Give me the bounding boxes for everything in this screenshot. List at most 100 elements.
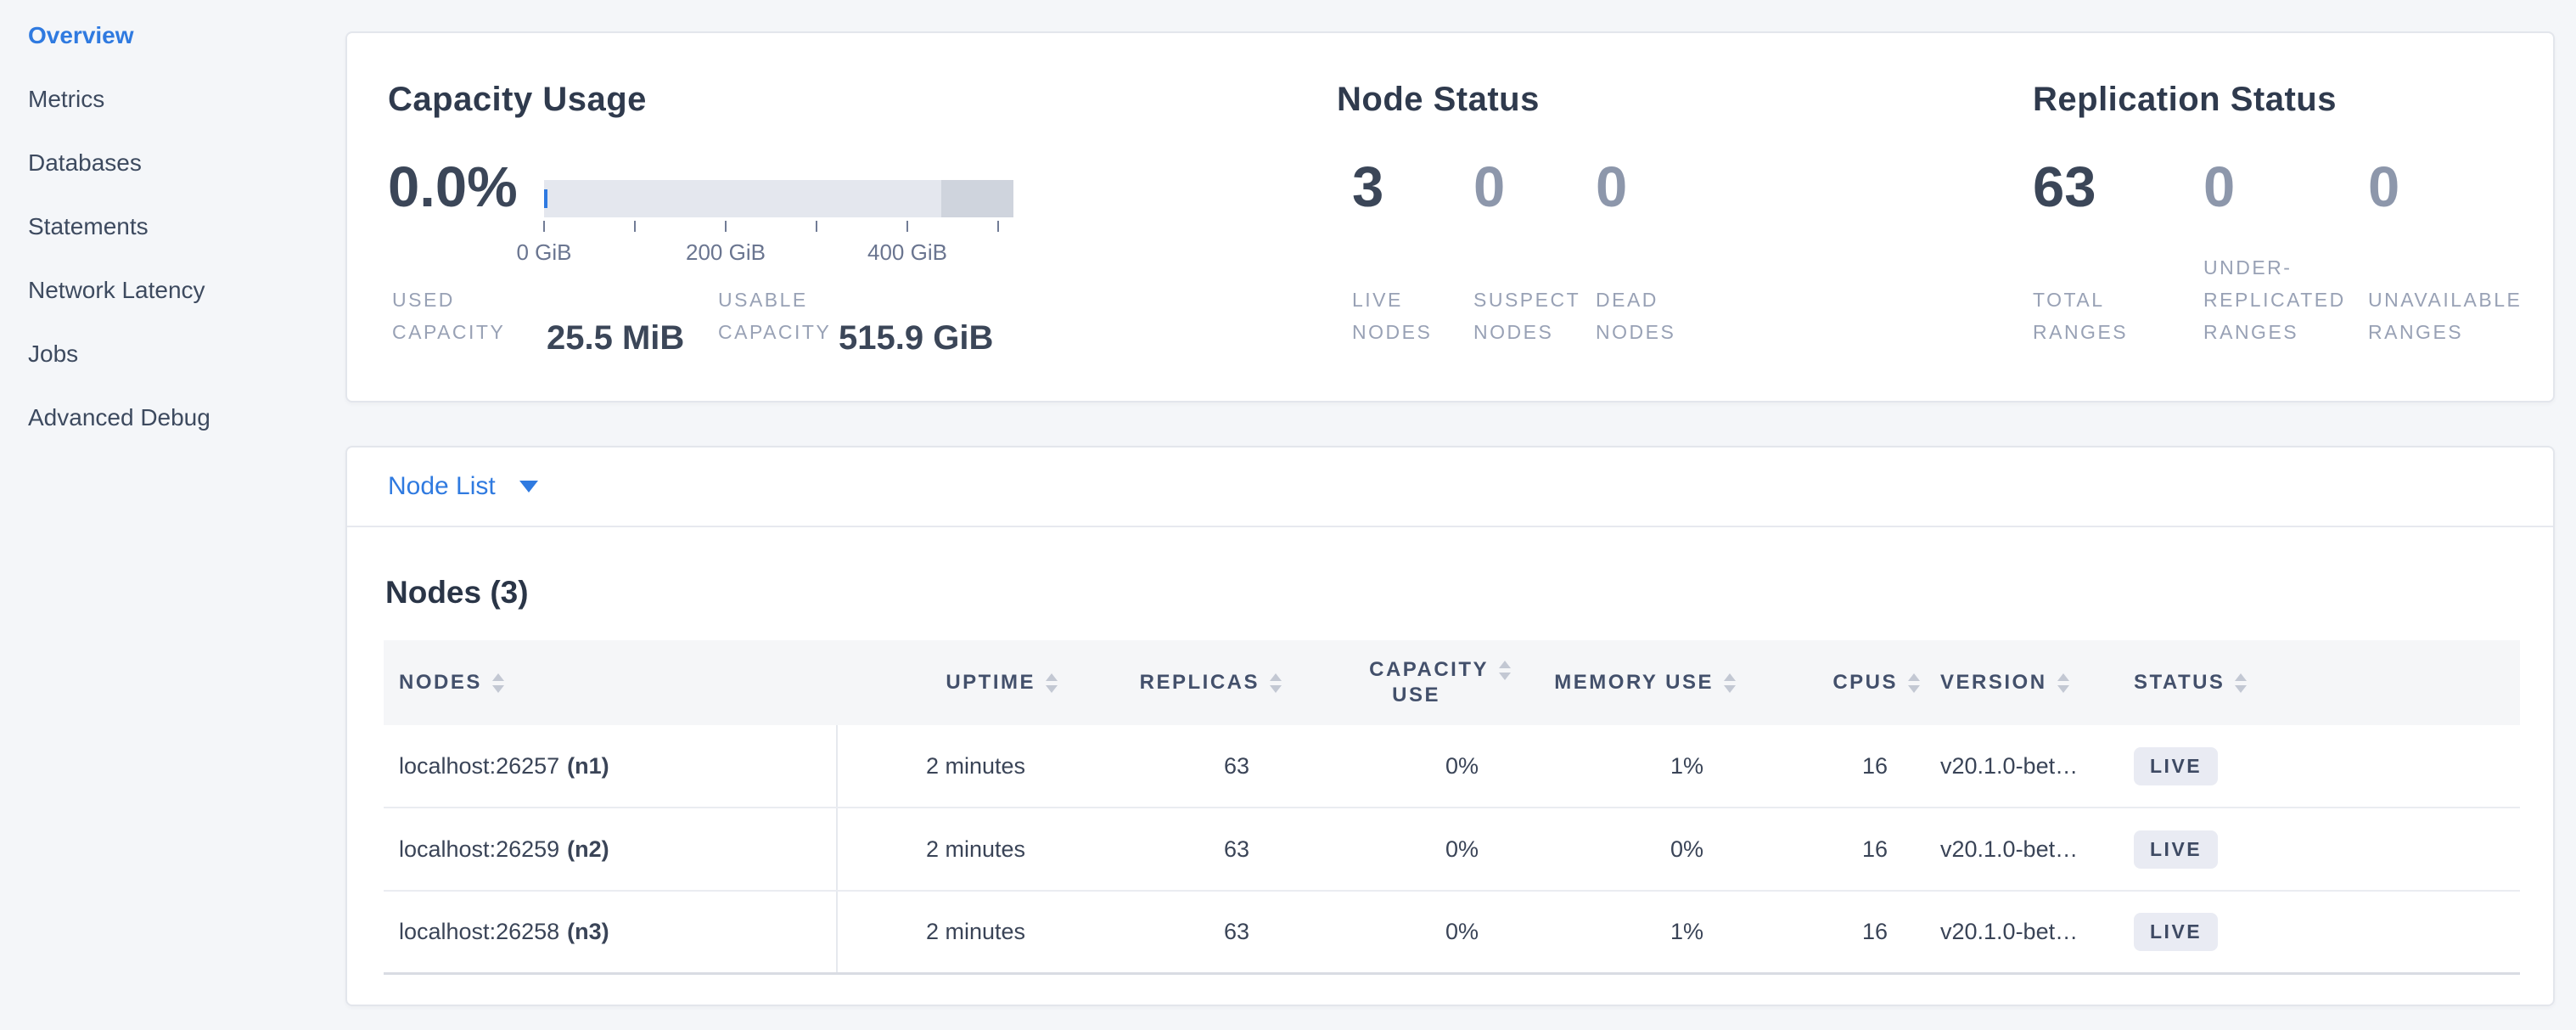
status-badge: LIVE <box>2134 747 2218 785</box>
node-id: (n2) <box>567 836 609 863</box>
chevron-down-icon <box>519 481 538 492</box>
cluster-summary-card: Capacity Usage 0.0% 0 GiB 200 GiB 400 Gi… <box>345 31 2555 402</box>
sort-icon[interactable] <box>492 673 504 693</box>
axis-tick <box>906 221 908 232</box>
node-id: (n1) <box>567 753 609 780</box>
version-cell: v20.1.0-bet… <box>1888 808 2091 890</box>
column-header-use-label: USE <box>1392 683 1440 708</box>
nodes-section-heading: Nodes (3) <box>385 575 529 611</box>
table-row-n3[interactable]: localhost:26258 (n3) 2 minutes 63 0% 1% … <box>384 892 2520 975</box>
sort-icon[interactable] <box>2235 673 2247 693</box>
column-header-memory-label: MEMORY USE <box>1554 671 1714 695</box>
used-capacity-label: USED CAPACITY <box>392 284 536 348</box>
sidebar-item-advanced-debug[interactable]: Advanced Debug <box>0 404 345 431</box>
capacity-use-cell: 0% <box>1249 892 1479 972</box>
usable-capacity-value: 515.9 GiB <box>839 319 993 357</box>
column-header-capacity-label: CAPACITY <box>1369 657 1489 683</box>
node-id: (n3) <box>567 919 609 945</box>
node-address-cell: localhost:26258 (n3) <box>384 892 838 972</box>
replicas-cell: 63 <box>1025 725 1249 807</box>
axis-tick <box>816 221 817 232</box>
capacity-bar-chart <box>544 180 1013 217</box>
under-replicated-ranges-count: 0 <box>2203 158 2235 217</box>
axis-tick <box>725 221 727 232</box>
unavailable-ranges-label: UNAVAILABLE RANGES <box>2368 284 2551 348</box>
status-cell: LIVE <box>2091 725 2520 807</box>
column-header-replicas-label: REPLICAS <box>1140 671 1260 695</box>
sidebar-item-statements[interactable]: Statements <box>0 213 345 240</box>
uptime-cell: 2 minutes <box>838 808 1025 890</box>
column-header-uptime: UPTIME <box>838 671 1025 695</box>
cpus-cell: 16 <box>1703 725 1888 807</box>
memory-use-cell: 1% <box>1479 725 1703 807</box>
total-ranges-label: TOTAL RANGES <box>2033 284 2160 348</box>
capacity-usage-title: Capacity Usage <box>388 81 647 119</box>
capacity-use-cell: 0% <box>1249 725 1479 807</box>
axis-tick <box>543 221 545 232</box>
column-header-nodes-label: NODES <box>399 671 482 695</box>
column-header-cpus: CPUS <box>1703 671 1888 695</box>
axis-label-200gib: 200 GiB <box>658 239 794 266</box>
used-capacity-value: 25.5 MiB <box>547 319 684 357</box>
capacity-bar-nonusable-segment <box>941 180 1013 217</box>
axis-tick <box>634 221 636 232</box>
table-row-n1[interactable]: localhost:26257 (n1) 2 minutes 63 0% 1% … <box>384 725 2520 808</box>
live-nodes-label: LIVE NODES <box>1352 284 1471 348</box>
column-header-version: VERSION <box>1888 671 2091 695</box>
capacity-bar-used-segment <box>544 189 547 208</box>
unavailable-ranges-count: 0 <box>2368 158 2399 217</box>
memory-use-cell: 0% <box>1479 808 1703 890</box>
capacity-use-cell: 0% <box>1249 808 1479 890</box>
nodes-table: NODES UPTIME REPLICAS CAPACITY USE <box>384 640 2520 975</box>
under-replicated-ranges-label: UNDER-REPLICATED RANGES <box>2203 251 2369 348</box>
nodes-table-header: NODES UPTIME REPLICAS CAPACITY USE <box>384 640 2520 725</box>
column-header-replicas: REPLICAS <box>1025 671 1249 695</box>
node-address[interactable]: localhost:26259 <box>399 836 559 863</box>
replicas-cell: 63 <box>1025 892 1249 972</box>
memory-use-cell: 1% <box>1479 892 1703 972</box>
uptime-cell: 2 minutes <box>838 725 1025 807</box>
axis-label-0gib: 0 GiB <box>476 239 612 266</box>
status-badge: LIVE <box>2134 830 2218 869</box>
column-header-uptime-label: UPTIME <box>946 671 1035 695</box>
nodes-card: Node List Nodes (3) NODES UPTIME REPLICA… <box>345 446 2555 1006</box>
version-cell: v20.1.0-bet… <box>1888 892 2091 972</box>
uptime-cell: 2 minutes <box>838 892 1025 972</box>
node-address[interactable]: localhost:26257 <box>399 753 559 780</box>
version-cell: v20.1.0-bet… <box>1888 725 2091 807</box>
total-ranges-count: 63 <box>2033 158 2096 217</box>
node-status-title: Node Status <box>1337 81 1540 119</box>
column-header-memory-use: MEMORY USE <box>1479 671 1703 695</box>
status-cell: LIVE <box>2091 808 2520 890</box>
node-address[interactable]: localhost:26258 <box>399 919 559 945</box>
axis-label-400gib: 400 GiB <box>839 239 975 266</box>
cpus-cell: 16 <box>1703 808 1888 890</box>
suspect-nodes-count: 0 <box>1473 158 1505 217</box>
sidebar-item-metrics[interactable]: Metrics <box>0 86 345 113</box>
column-header-status-label: STATUS <box>2134 671 2225 695</box>
sidebar-item-network-latency[interactable]: Network Latency <box>0 277 345 304</box>
suspect-nodes-label: SUSPECT NODES <box>1473 284 1592 348</box>
dead-nodes-label: DEAD NODES <box>1596 284 1715 348</box>
sidebar: Overview Metrics Databases Statements Ne… <box>0 0 345 468</box>
column-header-version-label: VERSION <box>1940 671 2047 695</box>
node-address-cell: localhost:26257 (n1) <box>384 725 838 807</box>
capacity-used-percent: 0.0% <box>388 158 518 217</box>
sidebar-item-jobs[interactable]: Jobs <box>0 341 345 368</box>
node-address-cell: localhost:26259 (n2) <box>384 808 838 890</box>
node-list-dropdown-label: Node List <box>388 472 496 501</box>
replication-status-title: Replication Status <box>2033 81 2337 119</box>
status-cell: LIVE <box>2091 892 2520 972</box>
column-header-capacity-use: CAPACITY USE <box>1249 657 1479 708</box>
cpus-cell: 16 <box>1703 892 1888 972</box>
table-row-n2[interactable]: localhost:26259 (n2) 2 minutes 63 0% 0% … <box>384 808 2520 892</box>
sidebar-item-databases[interactable]: Databases <box>0 149 345 177</box>
dead-nodes-count: 0 <box>1596 158 1627 217</box>
column-header-nodes: NODES <box>384 671 838 695</box>
sort-icon[interactable] <box>2057 673 2069 693</box>
axis-tick <box>997 221 999 232</box>
live-nodes-count: 3 <box>1352 158 1383 217</box>
sidebar-item-overview[interactable]: Overview <box>0 22 345 49</box>
column-header-status: STATUS <box>2091 671 2520 695</box>
node-list-dropdown[interactable]: Node List <box>347 447 2553 527</box>
